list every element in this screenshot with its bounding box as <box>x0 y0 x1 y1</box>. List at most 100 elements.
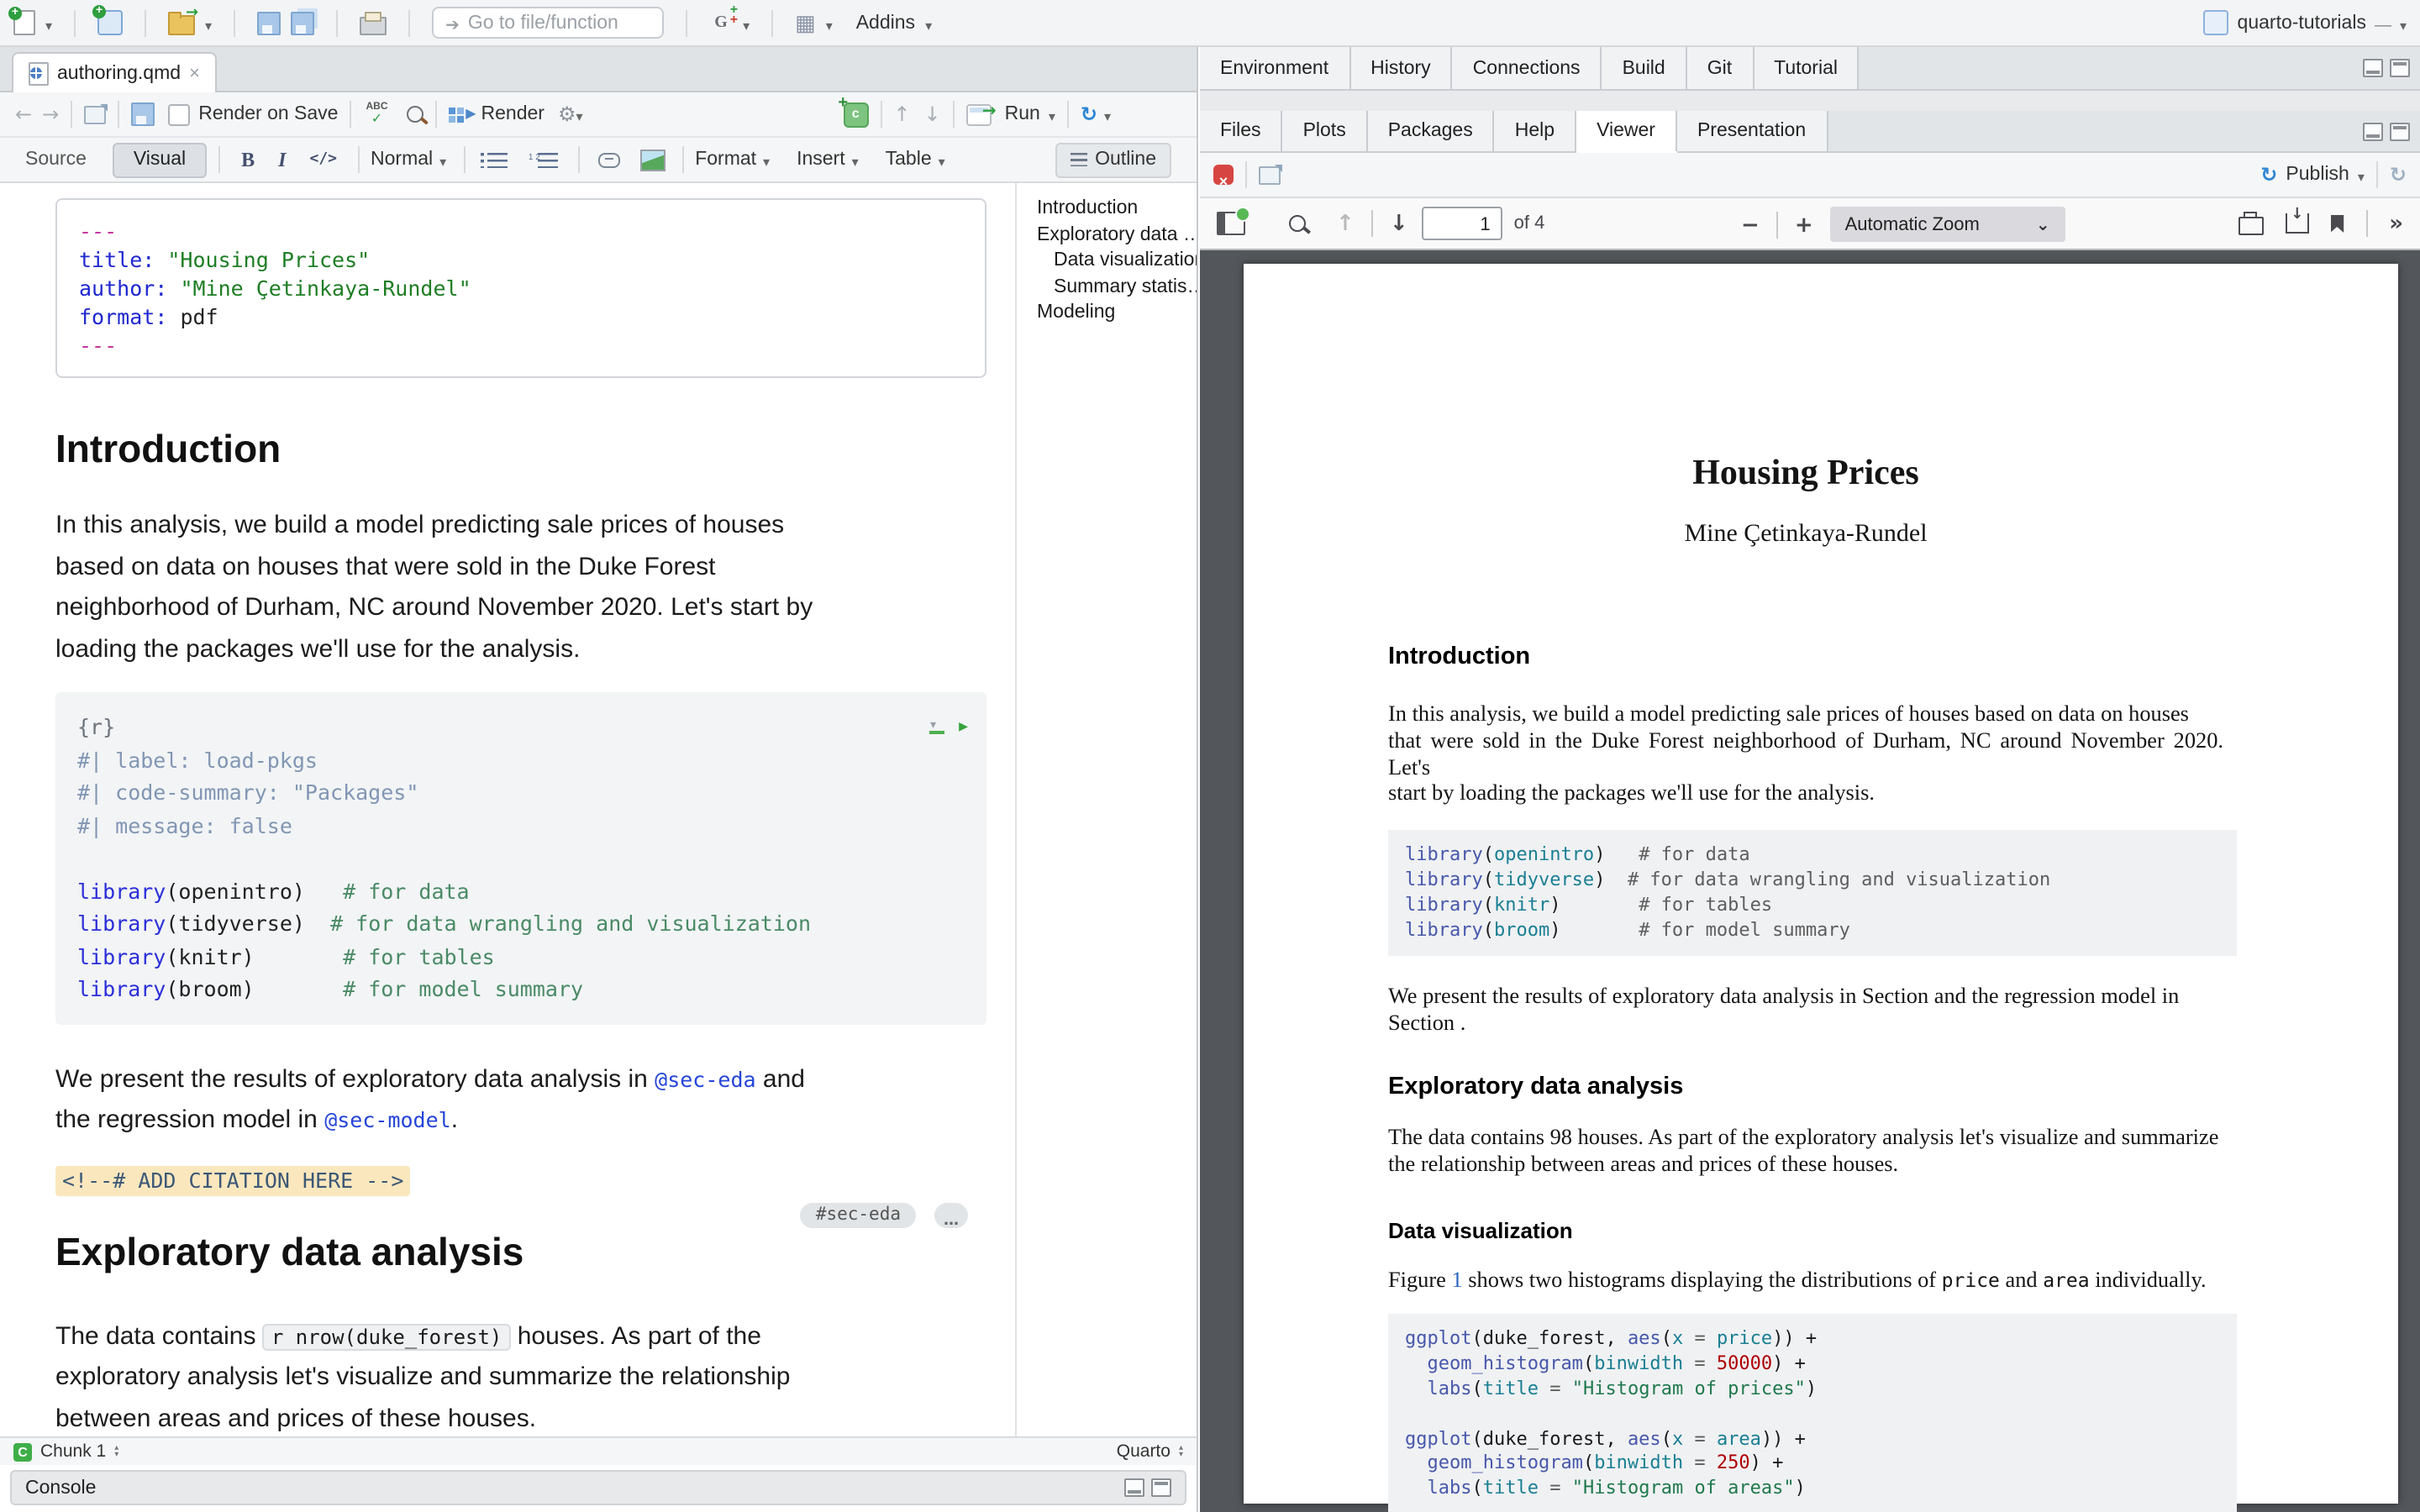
insert-link-icon[interactable] <box>597 152 619 167</box>
workspace-panes-dropdown-icon[interactable] <box>826 8 833 38</box>
pdf-sidebar-toggle-icon[interactable] <box>1217 212 1245 235</box>
publish-dropdown-icon[interactable] <box>2358 160 2365 190</box>
pdf-zoom-in-icon[interactable] <box>1795 209 1813 239</box>
goto-file-function-input[interactable]: Go to file/function <box>432 7 664 39</box>
version-control-icon[interactable] <box>709 11 733 34</box>
render-on-save-checkbox[interactable] <box>168 103 190 125</box>
section-options-button[interactable] <box>934 1202 968 1227</box>
publish-button[interactable]: Publish <box>2286 165 2349 185</box>
run-chunks-above-icon[interactable] <box>929 718 944 735</box>
document-canvas[interactable]: --- title: "Housing Prices" author: "Min… <box>0 183 1197 1436</box>
tab-help[interactable]: Help <box>1495 111 1576 151</box>
code-chunk-load-pkgs[interactable]: {r} #| label: load-pkgs #| code-summary:… <box>55 692 986 1024</box>
addins-dropdown-icon[interactable] <box>925 8 932 38</box>
run-dropdown-icon[interactable] <box>1049 99 1055 129</box>
back-icon[interactable] <box>15 99 32 129</box>
visual-mode-button[interactable]: Visual <box>113 142 206 177</box>
source-refresh-icon[interactable] <box>1081 99 1097 129</box>
pane2-maximize-icon[interactable] <box>2390 122 2410 140</box>
tab-build[interactable]: Build <box>1602 47 1687 89</box>
insert-dropdown-icon[interactable] <box>852 144 859 175</box>
open-file-dropdown-icon[interactable] <box>205 8 212 38</box>
format-dropdown-icon[interactable] <box>763 144 770 175</box>
tab-connections[interactable]: Connections <box>1453 47 1602 89</box>
new-project-icon[interactable] <box>97 10 123 35</box>
pdf-zoom-out-icon[interactable] <box>1741 209 1760 239</box>
outline-item-data-visualization[interactable]: Data visualization <box>1037 249 1197 275</box>
outline-item-modeling[interactable]: Modeling <box>1037 301 1197 327</box>
pdf-search-icon[interactable] <box>1289 215 1306 232</box>
render-settings-gear-icon[interactable] <box>558 99 576 129</box>
pdf-page-number-input[interactable]: 1 <box>1422 207 1502 240</box>
run-button[interactable]: Run <box>1005 104 1040 124</box>
section-id-badge[interactable]: #sec-eda <box>801 1202 916 1227</box>
workspace-panes-icon[interactable] <box>795 8 816 38</box>
project-menu[interactable]: quarto-tutorials <box>2204 8 2407 38</box>
pdf-viewport[interactable]: Housing Prices Mine Çetinkaya-Rundel Int… <box>1200 250 2420 1512</box>
document-mode[interactable]: Quarto <box>1117 1441 1171 1462</box>
source-mode-button[interactable]: Source <box>25 150 87 170</box>
save-document-icon[interactable] <box>131 102 155 126</box>
pdf-previous-page-icon[interactable] <box>1336 208 1355 239</box>
addins-button[interactable]: Addins <box>856 13 915 33</box>
run-chunk-icon[interactable] <box>959 707 968 745</box>
project-dropdown-icon[interactable] <box>2400 8 2407 38</box>
pdf-download-icon[interactable] <box>2285 213 2308 234</box>
version-control-dropdown-icon[interactable] <box>743 8 750 38</box>
pdf-next-page-icon[interactable] <box>1390 208 1408 239</box>
chunk-position[interactable]: Chunk 1 <box>40 1441 106 1462</box>
outline-item-eda[interactable]: Exploratory data … <box>1037 223 1197 249</box>
pane-minimize-icon[interactable] <box>2363 59 2383 77</box>
tab-git[interactable]: Git <box>1687 47 1754 89</box>
paragraph-style-select[interactable]: Normal <box>371 150 433 170</box>
find-replace-icon[interactable] <box>408 106 424 123</box>
chunk-nav-icon[interactable] <box>114 1445 118 1458</box>
pdf-bookmark-icon[interactable] <box>2330 214 2344 233</box>
console-minimize-icon[interactable] <box>1124 1478 1144 1497</box>
popout-editor-icon[interactable] <box>84 105 106 123</box>
table-dropdown-icon[interactable] <box>939 144 945 175</box>
paragraph-style-dropdown-icon[interactable] <box>439 144 446 175</box>
tab-files[interactable]: Files <box>1200 111 1283 151</box>
tab-viewer[interactable]: Viewer <box>1576 111 1677 151</box>
numbered-list-icon[interactable] <box>537 152 557 167</box>
source-dropdown-icon[interactable] <box>1104 99 1111 129</box>
save-icon[interactable] <box>257 11 281 34</box>
spellcheck-icon[interactable] <box>364 102 391 126</box>
tab-environment[interactable]: Environment <box>1200 47 1350 89</box>
render-dropdown-icon[interactable] <box>576 99 582 129</box>
yaml-block[interactable]: --- title: "Housing Prices" author: "Min… <box>55 198 986 378</box>
project-minimize-icon[interactable] <box>2375 8 2391 38</box>
insert-chunk-icon[interactable] <box>843 102 868 127</box>
bold-button[interactable]: B <box>241 150 255 170</box>
pane2-minimize-icon[interactable] <box>2363 122 2383 140</box>
new-file-dropdown-icon[interactable] <box>45 8 52 38</box>
go-previous-chunk-icon[interactable] <box>893 99 910 129</box>
tab-history[interactable]: History <box>1350 47 1453 89</box>
outline-item-introduction[interactable]: Introduction <box>1037 197 1197 223</box>
tab-plots[interactable]: Plots <box>1283 111 1368 151</box>
open-file-icon[interactable] <box>168 14 195 34</box>
code-format-button[interactable]: </> <box>310 152 338 167</box>
save-all-icon[interactable] <box>291 11 314 34</box>
viewer-refresh-icon[interactable] <box>2390 160 2407 190</box>
format-menu[interactable]: Format <box>695 150 756 170</box>
citation-comment[interactable]: <!--# ADD CITATION HERE --> <box>55 1165 410 1195</box>
insert-image-icon[interactable] <box>639 149 665 171</box>
pane-maximize-icon[interactable] <box>2390 59 2410 77</box>
pdf-more-tools-icon[interactable] <box>2389 208 2403 239</box>
outline-item-summary-statistics[interactable]: Summary statis… <box>1037 275 1197 301</box>
tab-packages[interactable]: Packages <box>1368 111 1495 151</box>
mode-select-icon[interactable] <box>1179 1445 1183 1458</box>
tab-authoring-qmd[interactable]: authoring.qmd <box>12 52 217 92</box>
forward-icon[interactable] <box>42 99 59 129</box>
print-icon[interactable] <box>360 16 387 34</box>
table-menu[interactable]: Table <box>886 150 932 170</box>
viewer-popout-icon[interactable] <box>1259 165 1281 184</box>
tab-presentation[interactable]: Presentation <box>1677 111 1828 151</box>
console-maximize-icon[interactable] <box>1151 1478 1171 1497</box>
outline-toggle-button[interactable]: Outline <box>1055 142 1171 177</box>
stop-viewer-icon[interactable] <box>1213 165 1234 185</box>
console-header[interactable]: Console <box>10 1470 1186 1505</box>
bullet-list-icon[interactable] <box>487 152 507 167</box>
